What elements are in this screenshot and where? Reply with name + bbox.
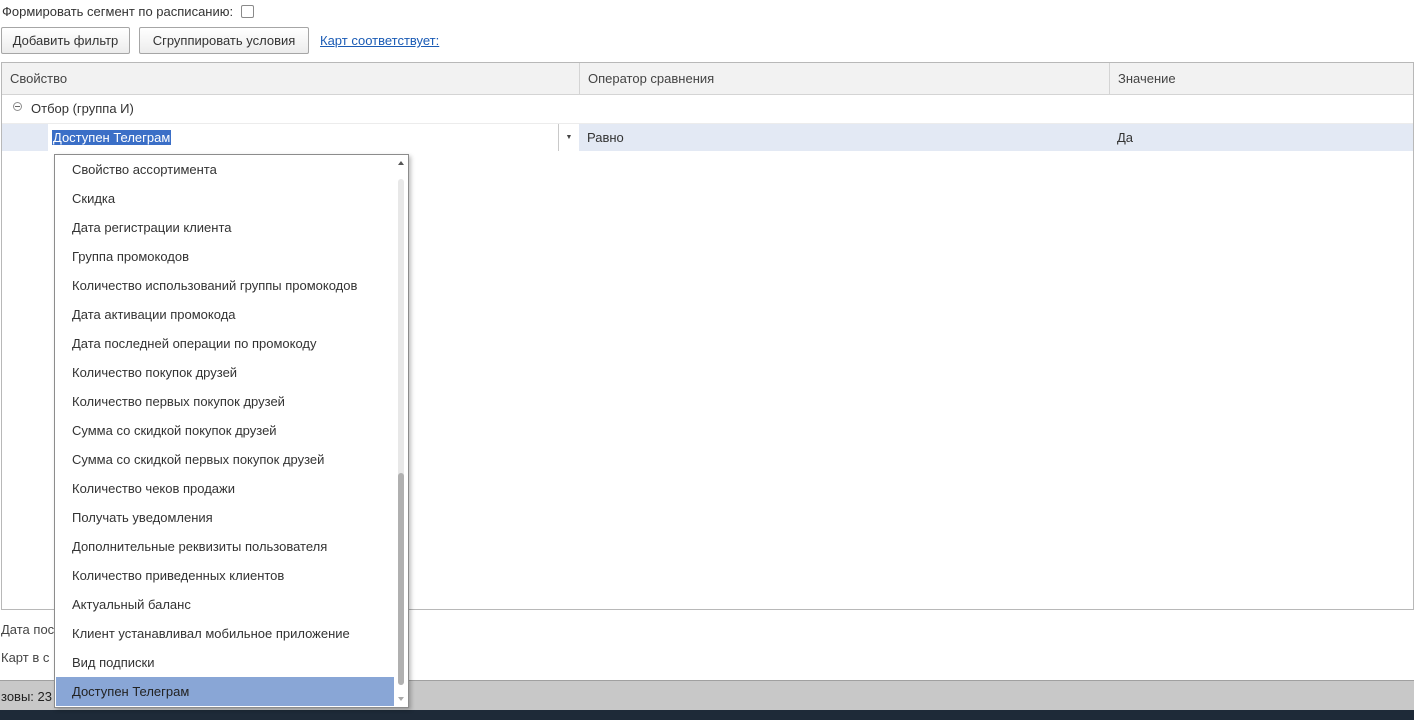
property-input-value[interactable]: Доступен Телеграм: [52, 130, 172, 145]
add-filter-button[interactable]: Добавить фильтр: [1, 27, 130, 54]
dropdown-item[interactable]: Количество первых покупок друзей: [56, 387, 394, 416]
operator-cell[interactable]: Равно: [587, 130, 624, 145]
dropdown-item[interactable]: Дополнительные реквизиты пользователя: [56, 532, 394, 561]
dropdown-item[interactable]: Дата регистрации клиента: [56, 213, 394, 242]
schedule-row: Формировать сегмент по расписанию:: [2, 2, 255, 20]
dropdown-item[interactable]: Актуальный баланс: [56, 590, 394, 619]
collapse-minus-icon[interactable]: [13, 102, 22, 111]
dropdown-item[interactable]: Получать уведомления: [56, 503, 394, 532]
dropdown-item[interactable]: Вид подписки: [56, 648, 394, 677]
dropdown-arrow-icon[interactable]: ▼: [559, 124, 579, 151]
dropdown-scrollbar[interactable]: [395, 155, 407, 707]
column-header-property[interactable]: Свойство: [2, 63, 580, 94]
dropdown-item[interactable]: Количество приведенных клиентов: [56, 561, 394, 590]
dropdown-item[interactable]: Скидка: [56, 184, 394, 213]
scroll-thumb[interactable]: [398, 473, 404, 685]
status-text: зовы: 23: [1, 689, 52, 704]
group-conditions-button[interactable]: Сгруппировать условия: [139, 27, 309, 54]
scroll-up-arrow-icon[interactable]: [398, 161, 404, 165]
cards-match-link[interactable]: Карт соответствует:: [320, 33, 439, 48]
column-header-operator[interactable]: Оператор сравнения: [580, 63, 1110, 94]
dropdown-items: Свойство ассортимента Скидка Дата регистра…: [56, 155, 394, 706]
value-cell[interactable]: Да: [1117, 130, 1133, 145]
dropdown-item[interactable]: Клиент устанавливал мобильное приложение: [56, 619, 394, 648]
dropdown-item[interactable]: Количество чеков продажи: [56, 474, 394, 503]
dropdown-item[interactable]: Дата активации промокода: [56, 300, 394, 329]
schedule-checkbox[interactable]: [241, 4, 255, 18]
footer-date-label: Дата пос: [1, 622, 55, 637]
dropdown-item[interactable]: Доступен Телеграм: [56, 677, 394, 706]
dropdown-item[interactable]: Сумма со скидкой первых покупок друзей: [56, 445, 394, 474]
group-row[interactable]: Отбор (группа И): [2, 94, 1413, 124]
grid-header: Свойство Оператор сравнения Значение: [2, 63, 1413, 95]
dropdown-item[interactable]: Свойство ассортимента: [56, 155, 394, 184]
table-row[interactable]: Доступен Телеграм ▼ Равно Да: [2, 124, 1413, 151]
property-input[interactable]: Доступен Телеграм: [48, 124, 559, 151]
scroll-down-arrow-icon[interactable]: [398, 697, 404, 701]
dropdown-item[interactable]: Количество покупок друзей: [56, 358, 394, 387]
schedule-label: Формировать сегмент по расписанию:: [2, 3, 234, 19]
taskbar: [0, 710, 1414, 720]
dropdown-item[interactable]: Сумма со скидкой покупок друзей: [56, 416, 394, 445]
dropdown-item[interactable]: Дата последней операции по промокоду: [56, 329, 394, 358]
property-dropdown-list[interactable]: Свойство ассортимента Скидка Дата регистра…: [54, 154, 409, 708]
dropdown-item[interactable]: Количество использований группы промокод…: [56, 271, 394, 300]
column-header-value[interactable]: Значение: [1110, 63, 1414, 94]
group-label: Отбор (группа И): [31, 101, 134, 116]
footer-cards-label: Карт в с: [1, 650, 50, 665]
dropdown-item[interactable]: Группа промокодов: [56, 242, 394, 271]
